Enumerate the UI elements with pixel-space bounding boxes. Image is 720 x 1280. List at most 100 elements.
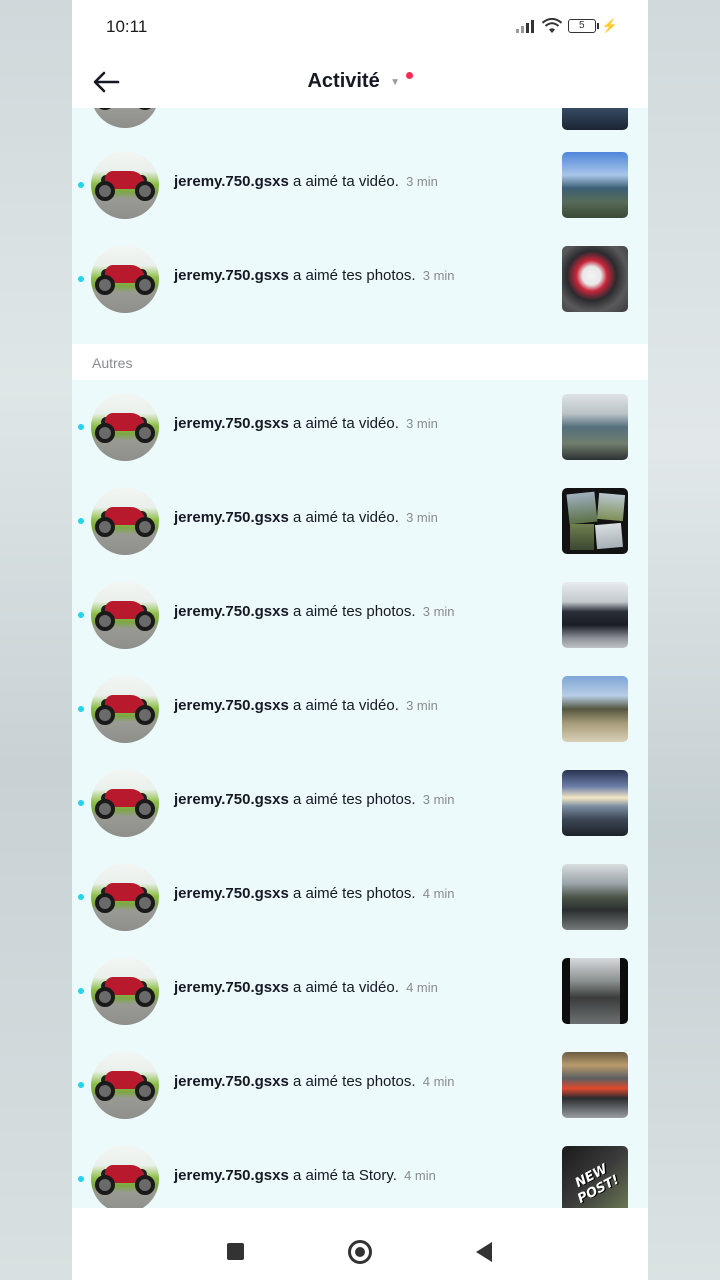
- avatar[interactable]: [91, 581, 159, 649]
- list-item[interactable]: jeremy.750.gsxs a aimé tes photos. 4 min: [72, 1038, 648, 1132]
- action-text: a aimé tes photos.: [292, 791, 416, 808]
- avatar[interactable]: [91, 487, 159, 555]
- username[interactable]: jeremy.750.gsxs: [174, 267, 289, 284]
- avatar[interactable]: [91, 1145, 159, 1208]
- username[interactable]: jeremy.750.gsxs: [174, 697, 289, 714]
- unread-dot: [78, 518, 84, 524]
- username[interactable]: jeremy.750.gsxs: [174, 979, 289, 996]
- username[interactable]: jeremy.750.gsxs: [174, 791, 289, 808]
- status-bar: 10:11 5 ⚡: [72, 0, 648, 56]
- timestamp: 3 min: [406, 174, 438, 189]
- username[interactable]: jeremy.750.gsxs: [174, 1167, 289, 1184]
- unread-dot: [78, 894, 84, 900]
- avatar[interactable]: [91, 151, 159, 219]
- avatar[interactable]: [91, 245, 159, 313]
- action-text: a aimé tes photos.: [292, 603, 416, 620]
- notification-text: jeremy.750.gsxs a aimé ta vidéo. 3 min: [174, 697, 438, 714]
- unread-dot: [78, 1176, 84, 1182]
- username[interactable]: jeremy.750.gsxs: [174, 173, 289, 190]
- list-item[interactable]: jeremy.750.gsxs a aimé tes photos. 4 min: [72, 850, 648, 944]
- notification-text: jeremy.750.gsxs a aimé tes photos. 3 min: [174, 791, 455, 808]
- wifi-icon: [541, 18, 562, 33]
- page-title: Activité: [307, 70, 380, 92]
- activity-filter-dropdown[interactable]: Activité ▼: [72, 70, 648, 93]
- action-text: a aimé ta Story.: [292, 1167, 397, 1184]
- photo-thumbnail[interactable]: [562, 1052, 628, 1118]
- chevron-down-icon: ▼: [390, 77, 401, 89]
- username[interactable]: jeremy.750.gsxs: [174, 885, 289, 902]
- avatar[interactable]: [91, 675, 159, 743]
- avatar[interactable]: [91, 393, 159, 461]
- notification-text: jeremy.750.gsxs a aimé tes photos. 4 min: [174, 1073, 455, 1090]
- timestamp: 4 min: [404, 1168, 436, 1183]
- action-text: a aimé tes photos.: [292, 267, 416, 284]
- story-thumbnail[interactable]: NEW POST!: [562, 1146, 628, 1208]
- video-thumbnail[interactable]: [562, 958, 628, 1024]
- timestamp: 4 min: [422, 1074, 455, 1089]
- video-thumbnail[interactable]: [562, 488, 628, 554]
- activity-list[interactable]: jeremy.750.gsxs a aimé ta vidéo. 3 min j…: [72, 108, 648, 1208]
- recent-apps-button[interactable]: [227, 1243, 244, 1260]
- unread-dot: [78, 612, 84, 618]
- video-thumbnail: [562, 108, 628, 130]
- username[interactable]: jeremy.750.gsxs: [174, 1073, 289, 1090]
- list-item[interactable]: jeremy.750.gsxs a aimé ta vidéo. 3 min: [72, 138, 648, 232]
- header: Activité ▼: [72, 56, 648, 108]
- avatar: [91, 108, 159, 128]
- new-post-label: NEW POST!: [572, 1161, 622, 1207]
- action-text: a aimé ta vidéo.: [292, 415, 399, 432]
- signal-icon: [515, 19, 536, 33]
- system-back-button[interactable]: [476, 1242, 492, 1262]
- video-thumbnail[interactable]: [562, 152, 628, 218]
- unread-dot: [78, 1082, 84, 1088]
- list-item[interactable]: jeremy.750.gsxs a aimé ta vidéo. 3 min: [72, 380, 648, 474]
- list-item[interactable]: jeremy.750.gsxs a aimé ta Story. 4 min N…: [72, 1132, 648, 1208]
- timestamp: 3 min: [406, 698, 438, 713]
- photo-thumbnail[interactable]: [562, 582, 628, 648]
- username[interactable]: jeremy.750.gsxs: [174, 509, 289, 526]
- photo-thumbnail[interactable]: [562, 246, 628, 312]
- timestamp: 4 min: [406, 980, 438, 995]
- section-header-others: Autres: [72, 344, 648, 380]
- list-item[interactable]: jeremy.750.gsxs a aimé tes photos. 3 min: [72, 568, 648, 662]
- list-item[interactable]: jeremy.750.gsxs a aimé tes photos. 3 min: [72, 756, 648, 850]
- action-text: a aimé tes photos.: [292, 1073, 416, 1090]
- app-screen: 10:11 5 ⚡ Activité ▼ jeremy.750.gsxs a a…: [72, 0, 648, 1280]
- video-thumbnail[interactable]: [562, 676, 628, 742]
- notification-text: jeremy.750.gsxs a aimé tes photos. 3 min: [174, 603, 455, 620]
- avatar[interactable]: [91, 863, 159, 931]
- avatar[interactable]: [91, 1051, 159, 1119]
- list-item[interactable]: jeremy.750.gsxs a aimé ta vidéo. 3 min: [72, 662, 648, 756]
- username[interactable]: jeremy.750.gsxs: [174, 415, 289, 432]
- action-text: a aimé tes photos.: [292, 885, 416, 902]
- unread-dot: [78, 182, 84, 188]
- notification-text: jeremy.750.gsxs a aimé ta vidéo. 3 min: [174, 173, 438, 190]
- unread-dot: [78, 988, 84, 994]
- timestamp: 3 min: [422, 268, 455, 283]
- home-button[interactable]: [348, 1240, 372, 1264]
- battery-icon: 5: [567, 19, 599, 33]
- notification-text: jeremy.750.gsxs a aimé ta vidéo. 3 min: [174, 415, 438, 432]
- charging-icon: ⚡: [601, 18, 618, 33]
- notification-text: jeremy.750.gsxs a aimé tes photos. 3 min: [174, 267, 455, 284]
- action-text: a aimé ta vidéo.: [292, 697, 399, 714]
- video-thumbnail[interactable]: [562, 394, 628, 460]
- unread-dot: [78, 276, 84, 282]
- notification-text: jeremy.750.gsxs a aimé ta vidéo. 3 min: [174, 509, 438, 526]
- photo-thumbnail[interactable]: [562, 770, 628, 836]
- avatar[interactable]: [91, 769, 159, 837]
- list-item[interactable]: jeremy.750.gsxs a aimé tes photos. 3 min: [72, 232, 648, 326]
- action-text: a aimé ta vidéo.: [292, 979, 399, 996]
- username[interactable]: jeremy.750.gsxs: [174, 603, 289, 620]
- photo-thumbnail[interactable]: [562, 864, 628, 930]
- others-section: jeremy.750.gsxs a aimé ta vidéo. 3 min j…: [72, 380, 648, 1208]
- unread-dot: [78, 706, 84, 712]
- avatar[interactable]: [91, 957, 159, 1025]
- timestamp: 4 min: [422, 886, 455, 901]
- list-item[interactable]: jeremy.750.gsxs a aimé ta vidéo. 3 min: [72, 474, 648, 568]
- list-item[interactable]: jeremy.750.gsxs a aimé ta vidéo. 4 min: [72, 944, 648, 1038]
- partial-row-top: [72, 108, 648, 138]
- unread-dot: [78, 424, 84, 430]
- timestamp: 3 min: [406, 416, 438, 431]
- notification-text: jeremy.750.gsxs a aimé ta vidéo. 4 min: [174, 979, 438, 996]
